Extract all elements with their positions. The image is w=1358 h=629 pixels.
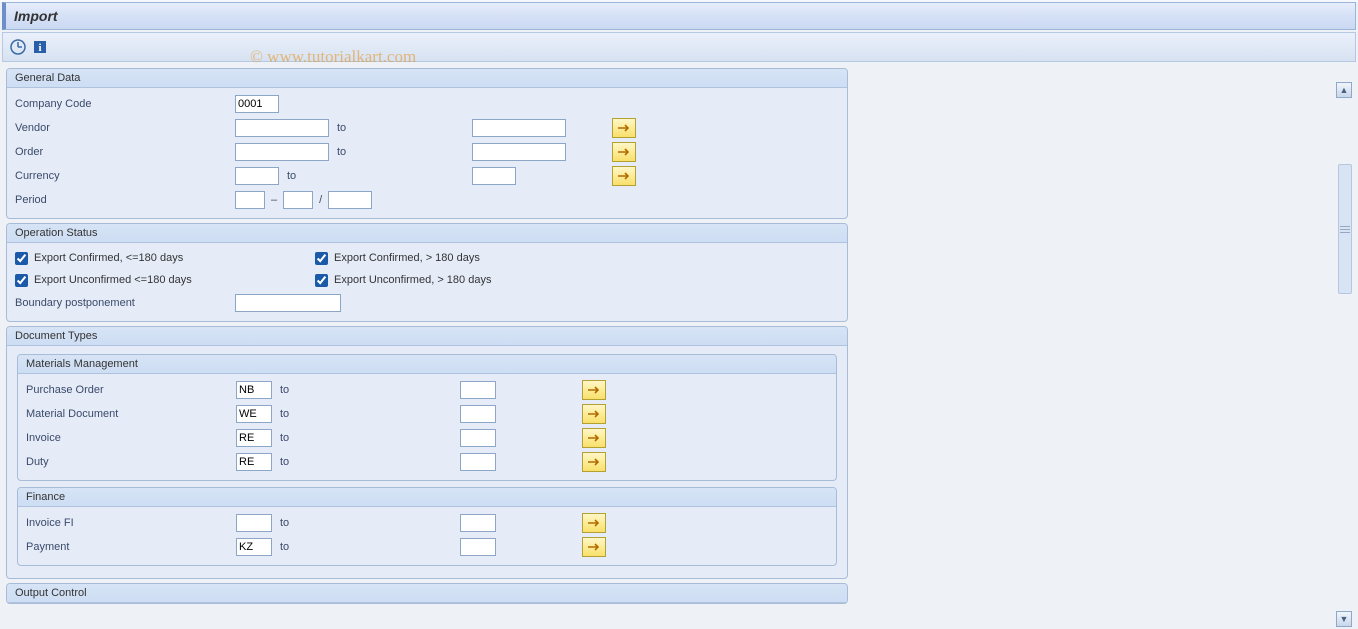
group-header-general: General Data [7, 69, 847, 88]
scrollbar-thumb[interactable] [1338, 164, 1352, 294]
invfi-multiselect-button[interactable] [582, 513, 606, 533]
invfi-to-label: to [272, 517, 460, 529]
duty-to-label: to [272, 456, 460, 468]
po-multiselect-button[interactable] [582, 380, 606, 400]
app-frame: Import i © www.tutorialkart.com ▲ ▼ Gene… [0, 2, 1358, 629]
order-to-input[interactable] [472, 143, 566, 161]
payment-to-input[interactable] [460, 538, 496, 556]
info-icon[interactable]: i [31, 38, 49, 56]
page-title: Import [14, 8, 58, 24]
group-header-output: Output Control [7, 584, 847, 603]
boundary-postponement-label: Boundary postponement [15, 297, 235, 309]
export-unconfirmed-gt180-checkbox[interactable] [315, 274, 328, 287]
vendor-label: Vendor [15, 122, 235, 134]
svg-text:i: i [38, 42, 41, 54]
title-bar: Import [2, 2, 1356, 30]
group-output-control: Output Control [6, 583, 848, 604]
period-to-input[interactable] [283, 191, 313, 209]
inv-to-label: to [272, 432, 460, 444]
purchase-order-label: Purchase Order [26, 384, 236, 396]
po-to-label: to [272, 384, 460, 396]
export-confirmed-le180-label: Export Confirmed, <=180 days [34, 252, 183, 264]
vendor-from-input[interactable] [235, 119, 329, 137]
period-label: Period [15, 194, 235, 206]
vendor-multiselect-button[interactable] [612, 118, 636, 138]
toolbar: i [2, 32, 1356, 62]
pay-to-label: to [272, 541, 460, 553]
group-materials-management: Materials Management Purchase Order to M… [17, 354, 837, 481]
md-to-label: to [272, 408, 460, 420]
material-document-label: Material Document [26, 408, 236, 420]
inv-multiselect-button[interactable] [582, 428, 606, 448]
group-header-doctypes: Document Types [7, 327, 847, 346]
pay-multiselect-button[interactable] [582, 537, 606, 557]
order-multiselect-button[interactable] [612, 142, 636, 162]
invoice-fi-from-input[interactable] [236, 514, 272, 532]
currency-from-input[interactable] [235, 167, 279, 185]
group-header-mm: Materials Management [18, 355, 836, 374]
group-finance: Finance Invoice FI to Payment [17, 487, 837, 566]
export-confirmed-gt180-label: Export Confirmed, > 180 days [334, 252, 480, 264]
purchase-order-to-input[interactable] [460, 381, 496, 399]
currency-to-label: to [279, 170, 472, 182]
group-header-finance: Finance [18, 488, 836, 507]
invoice-fi-to-input[interactable] [460, 514, 496, 532]
material-document-from-input[interactable] [236, 405, 272, 423]
currency-to-input[interactable] [472, 167, 516, 185]
group-general-data: General Data Company Code Vendor to [6, 68, 848, 219]
group-header-opstat: Operation Status [7, 224, 847, 243]
vendor-to-input[interactable] [472, 119, 566, 137]
period-from-input[interactable] [235, 191, 265, 209]
export-confirmed-le180-checkbox[interactable] [15, 252, 28, 265]
material-document-to-input[interactable] [460, 405, 496, 423]
currency-multiselect-button[interactable] [612, 166, 636, 186]
export-unconfirmed-gt180-label: Export Unconfirmed, > 180 days [334, 274, 491, 286]
boundary-postponement-input[interactable] [235, 294, 341, 312]
payment-label: Payment [26, 541, 236, 553]
order-from-input[interactable] [235, 143, 329, 161]
execute-icon[interactable] [9, 38, 27, 56]
invoice-to-input[interactable] [460, 429, 496, 447]
scroll-up-button[interactable]: ▲ [1336, 82, 1352, 98]
payment-from-input[interactable] [236, 538, 272, 556]
currency-label: Currency [15, 170, 235, 182]
vendor-to-label: to [329, 122, 472, 134]
export-unconfirmed-le180-label: Export Unconfirmed <=180 days [34, 274, 192, 286]
duty-to-input[interactable] [460, 453, 496, 471]
period-year-input[interactable] [328, 191, 372, 209]
invoice-fi-label: Invoice FI [26, 517, 236, 529]
scroll-down-button[interactable]: ▼ [1336, 611, 1352, 627]
order-label: Order [15, 146, 235, 158]
group-operation-status: Operation Status Export Confirmed, <=180… [6, 223, 848, 322]
export-unconfirmed-le180-checkbox[interactable] [15, 274, 28, 287]
company-code-input[interactable] [235, 95, 279, 113]
order-to-label: to [329, 146, 472, 158]
period-dash: – [271, 194, 277, 206]
export-confirmed-gt180-checkbox[interactable] [315, 252, 328, 265]
content-area: ▲ ▼ General Data Company Code Vendor to [2, 64, 1356, 629]
purchase-order-from-input[interactable] [236, 381, 272, 399]
invoice-from-input[interactable] [236, 429, 272, 447]
md-multiselect-button[interactable] [582, 404, 606, 424]
invoice-label: Invoice [26, 432, 236, 444]
duty-from-input[interactable] [236, 453, 272, 471]
duty-label: Duty [26, 456, 236, 468]
group-document-types: Document Types Materials Management Purc… [6, 326, 848, 579]
period-slash: / [319, 194, 322, 206]
company-code-label: Company Code [15, 98, 235, 110]
duty-multiselect-button[interactable] [582, 452, 606, 472]
